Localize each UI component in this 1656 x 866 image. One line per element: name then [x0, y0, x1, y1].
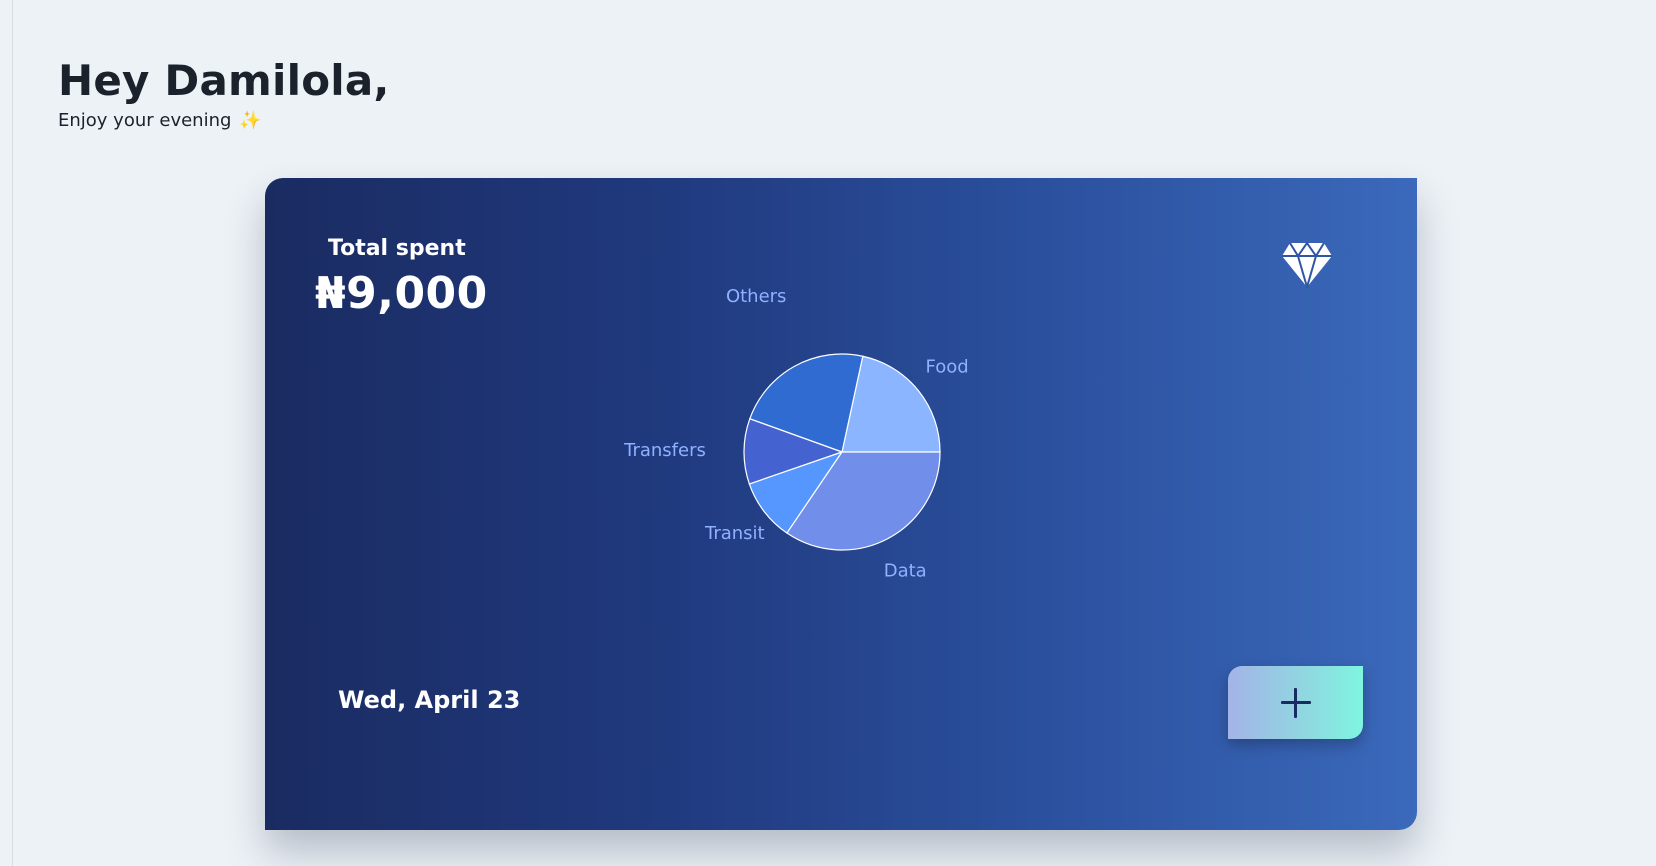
- plus-icon: [1280, 687, 1311, 718]
- sparkle-icon: ✨: [239, 110, 262, 132]
- pie-label-transit: Transit: [704, 523, 765, 544]
- pie-label-others: Others: [726, 286, 787, 307]
- spending-card: Total spent ₦9,000 Food Others Transfers Tr…: [265, 178, 1417, 830]
- add-expense-button[interactable]: [1228, 666, 1363, 739]
- greeting-section: Hey Damilola, Enjoy your evening ✨: [58, 56, 390, 131]
- page-left-divider: [12, 0, 13, 866]
- current-date: Wed, April 23: [338, 686, 521, 714]
- pie-label-transfers: Transfers: [623, 440, 706, 461]
- pie-label-data: Data: [884, 560, 927, 581]
- greeting-title: Hey Damilola,: [58, 56, 390, 105]
- pie-label-food: Food: [926, 356, 969, 377]
- greeting-subtitle-row: Enjoy your evening ✨: [58, 110, 390, 131]
- greeting-subtitle: Enjoy your evening: [58, 110, 232, 132]
